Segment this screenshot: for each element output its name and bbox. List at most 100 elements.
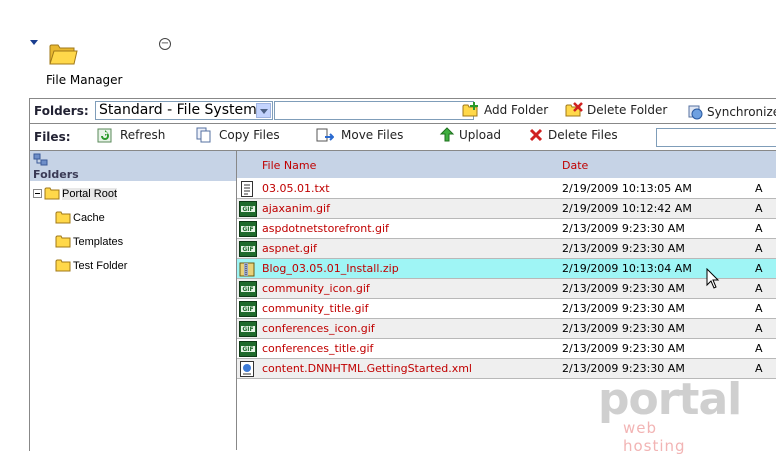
file-attribute: A (755, 282, 763, 295)
file-attribute: A (755, 342, 763, 355)
folder-provider-select[interactable]: Standard - File System (95, 101, 273, 120)
file-attribute: A (755, 182, 763, 195)
file-name-link[interactable]: content.DNNHTML.GettingStarted.xml (262, 362, 472, 375)
file-name-link[interactable]: ajaxanim.gif (262, 202, 330, 215)
table-row[interactable]: GIF community_title.gif 2/13/2009 9:23:30 … (237, 299, 776, 319)
text-file-icon (239, 181, 255, 200)
table-row[interactable]: GIF aspnet.gif 2/13/2009 9:23:30 AM A (237, 239, 776, 259)
delete-files-label: Delete Files (548, 128, 618, 142)
zip-file-icon (239, 261, 257, 280)
svg-text:GIF: GIF (242, 246, 253, 253)
refresh-icon (97, 128, 112, 143)
folder-icon (55, 235, 71, 248)
chevron-down-icon[interactable] (256, 103, 271, 118)
file-name-link[interactable]: Blog_03.05.01_Install.zip (262, 262, 399, 275)
column-header-date[interactable]: Date (562, 159, 588, 172)
folder-icon (44, 187, 60, 200)
copy-files-icon (196, 127, 211, 143)
folders-toolbar: Folders: Standard - File System Add Fold… (30, 99, 776, 124)
move-files-label: Move Files (341, 128, 404, 142)
move-files-button[interactable]: Move Files (316, 127, 403, 143)
file-attribute: A (755, 362, 763, 375)
upload-button[interactable]: Upload (439, 127, 501, 143)
gif-file-icon: GIF (239, 221, 257, 240)
watermark-brand: portal (598, 374, 742, 425)
gif-file-icon: GIF (239, 281, 257, 300)
mouse-cursor-icon (706, 267, 720, 293)
file-date: 2/13/2009 9:23:30 AM (562, 342, 685, 355)
file-attribute: A (755, 262, 763, 275)
delete-files-icon (529, 128, 543, 142)
tree-item-templates[interactable]: Templates (55, 235, 123, 248)
folders-label: Folders: (34, 104, 89, 118)
files-toolbar: Files: Refresh Copy Files Move Files Upl… (30, 124, 776, 151)
folder-provider-value: Standard - File System (99, 102, 257, 118)
folder-path-field[interactable] (274, 101, 474, 120)
file-name-link[interactable]: community_icon.gif (262, 282, 370, 295)
tree-item-label: Cache (73, 211, 105, 224)
table-row[interactable]: Blog_03.05.01_Install.zip 2/19/2009 10:13… (237, 259, 776, 279)
file-name-link[interactable]: community_title.gif (262, 302, 368, 315)
gif-file-icon: GIF (239, 201, 257, 220)
xml-file-icon (239, 361, 255, 380)
gif-file-icon: GIF (239, 341, 257, 360)
table-row[interactable]: 03.05.01.txt 2/19/2009 10:13:05 AM A (237, 179, 776, 199)
synchronize-button[interactable]: Synchronize (687, 104, 776, 120)
upload-icon (439, 127, 455, 142)
file-attribute: A (755, 322, 763, 335)
tree-item-label: Templates (73, 235, 124, 248)
file-attribute: A (755, 242, 763, 255)
move-files-icon (316, 128, 334, 142)
copy-files-button[interactable]: Copy Files (196, 127, 280, 143)
file-date: 2/13/2009 9:23:30 AM (562, 322, 685, 335)
svg-text:GIF: GIF (242, 326, 253, 333)
file-date: 2/13/2009 9:23:30 AM (562, 222, 685, 235)
table-row[interactable]: GIF aspdotnetstorefront.gif 2/13/2009 9:23… (237, 219, 776, 239)
file-name-link[interactable]: aspnet.gif (262, 242, 317, 255)
gif-file-icon: GIF (239, 321, 257, 340)
file-date: 2/19/2009 10:13:04 AM (562, 262, 692, 275)
collapse-tree-icon[interactable] (33, 189, 42, 198)
file-name-link[interactable]: conferences_title.gif (262, 342, 373, 355)
refresh-button[interactable]: Refresh (97, 127, 165, 143)
file-name-link[interactable]: conferences_icon.gif (262, 322, 375, 335)
file-attribute: A (755, 222, 763, 235)
minimize-icon[interactable]: − (159, 38, 171, 50)
tree-item-test-folder[interactable]: Test Folder (55, 259, 127, 272)
collapse-arrow-icon[interactable] (30, 40, 38, 45)
table-row[interactable]: GIF community_icon.gif 2/13/2009 9:23:30 A… (237, 279, 776, 299)
table-row[interactable]: GIF conferences_title.gif 2/13/2009 9:23:3… (237, 339, 776, 359)
column-header-file-name[interactable]: File Name (262, 159, 316, 172)
tree-item-label: Test Folder (73, 259, 128, 272)
folder-tree-header: Folders (30, 151, 236, 181)
file-date: 2/13/2009 9:23:30 AM (562, 242, 685, 255)
refresh-label: Refresh (120, 128, 166, 142)
file-date: 2/19/2009 10:12:42 AM (562, 202, 692, 215)
file-date: 2/19/2009 10:13:05 AM (562, 182, 692, 195)
add-folder-button[interactable]: Add Folder (462, 102, 548, 118)
tree-item-cache[interactable]: Cache (55, 211, 105, 224)
folder-tree-title: Folders (33, 168, 79, 181)
delete-folder-button[interactable]: Delete Folder (565, 102, 667, 118)
svg-text:GIF: GIF (242, 226, 253, 233)
file-name-link[interactable]: 03.05.01.txt (262, 182, 330, 195)
delete-folder-label: Delete Folder (587, 103, 668, 117)
table-row[interactable]: GIF ajaxanim.gif 2/19/2009 10:12:42 AM A (237, 199, 776, 219)
svg-text:GIF: GIF (242, 206, 253, 213)
tree-item-portal-root[interactable]: Portal Root (33, 187, 118, 200)
synchronize-icon (688, 105, 703, 120)
add-folder-icon (462, 102, 478, 117)
gif-file-icon: GIF (239, 301, 257, 320)
file-date: 2/13/2009 9:23:30 AM (562, 282, 685, 295)
table-row[interactable]: GIF conferences_icon.gif 2/13/2009 9:23:30… (237, 319, 776, 339)
file-name-link[interactable]: aspdotnetstorefront.gif (262, 222, 389, 235)
file-list-header: File Name Date (237, 151, 776, 178)
folder-tree-icon (33, 153, 48, 166)
gif-file-icon: GIF (239, 241, 257, 260)
folder-icon (55, 211, 71, 224)
copy-files-label: Copy Files (219, 128, 280, 142)
file-filter-input[interactable] (656, 128, 776, 147)
svg-text:GIF: GIF (242, 306, 253, 313)
file-manager-folder-icon (48, 40, 78, 69)
delete-files-button[interactable]: Delete Files (528, 127, 618, 143)
